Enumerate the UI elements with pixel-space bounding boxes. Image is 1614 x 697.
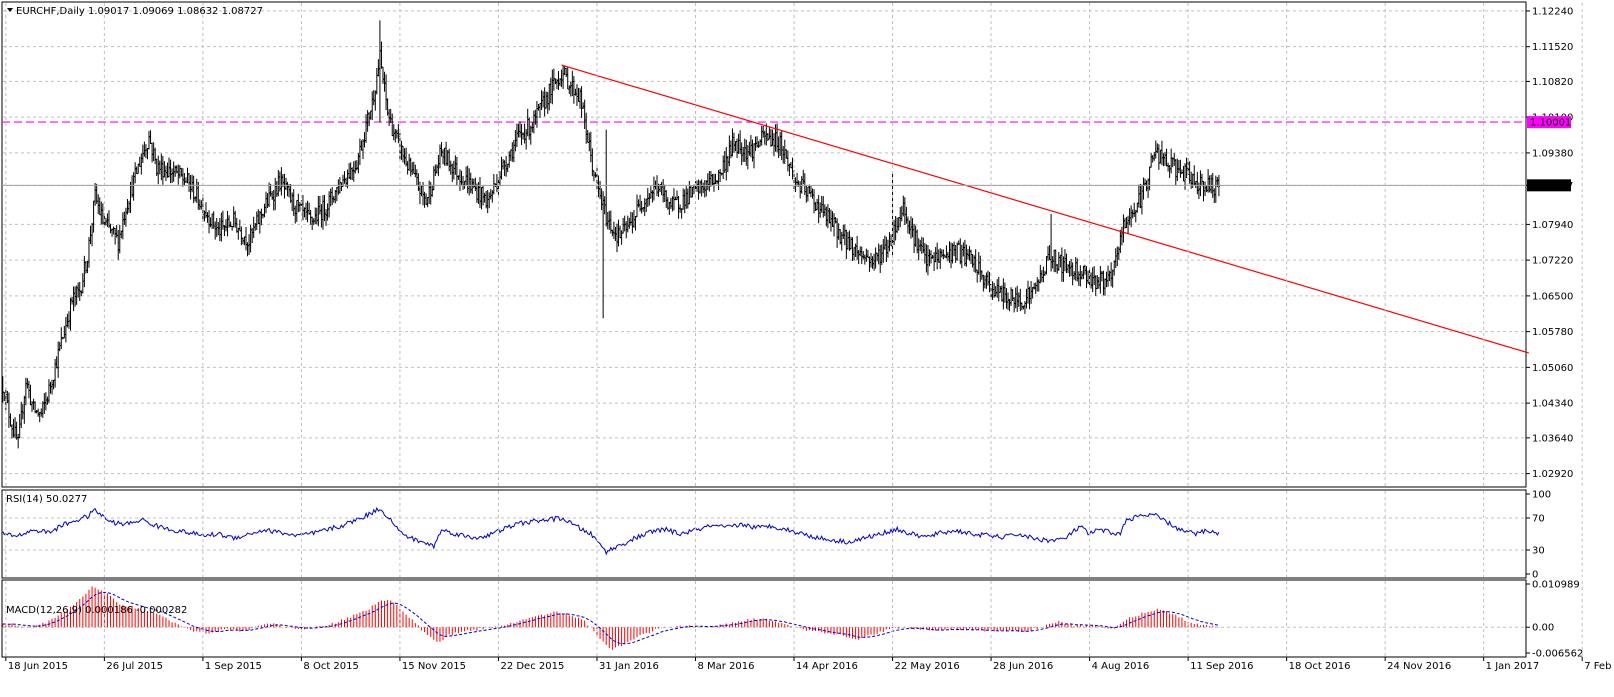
x-tick-label: 8 Mar 2016 bbox=[697, 661, 754, 672]
price-y-tick-label: 1.09380 bbox=[1532, 148, 1573, 159]
x-tick-label: 22 Dec 2015 bbox=[500, 661, 564, 672]
rsi-y-tick-label: 30 bbox=[1532, 546, 1545, 557]
current-price-label: 1.08727 bbox=[1530, 181, 1571, 192]
rsi-y-tick-label: 100 bbox=[1532, 490, 1551, 501]
x-tick-label: 31 Jan 2016 bbox=[599, 661, 659, 672]
price-y-tick-label: 1.10820 bbox=[1532, 77, 1573, 88]
x-tick-label: 18 Oct 2016 bbox=[1289, 661, 1351, 672]
macd-y-tick-label: -0.006562 bbox=[1532, 649, 1583, 660]
price-title-symbol: EURCHF,Daily bbox=[16, 6, 85, 17]
rsi-y-tick-label: 70 bbox=[1532, 514, 1545, 525]
x-tick-label: 7 Feb 2017 bbox=[1584, 661, 1614, 672]
price-y-tick-label: 1.05060 bbox=[1532, 363, 1573, 374]
price-y-tick-label: 1.02920 bbox=[1532, 469, 1573, 480]
price-y-tick-label: 1.07940 bbox=[1532, 220, 1573, 231]
price-title-values: 1.09017 1.09069 1.08632 1.08727 bbox=[88, 6, 263, 17]
price-y-tick-label: 1.07220 bbox=[1532, 256, 1573, 267]
x-tick-label: 22 May 2016 bbox=[895, 661, 960, 672]
price-y-tick-label: 1.05780 bbox=[1532, 327, 1573, 338]
price-y-tick-label: 1.11520 bbox=[1532, 42, 1573, 53]
price-pane-frame bbox=[1, 1, 1527, 488]
macd-y-tick-label: 0.00 bbox=[1532, 623, 1554, 634]
macd-pane[interactable]: 0.010989 0.00 -0.006562 bbox=[1, 579, 1583, 660]
rsi-pane-frame bbox=[1, 489, 1527, 579]
horizontal-level-label: 1.10001 bbox=[1530, 118, 1571, 129]
x-tick-label: 18 Jun 2015 bbox=[8, 661, 68, 672]
x-tick-label: 4 Aug 2016 bbox=[1092, 661, 1150, 672]
x-tick-label: 1 Jan 2017 bbox=[1486, 661, 1540, 672]
rsi-title: RSI(14) 50.0277 bbox=[6, 494, 87, 505]
x-tick-label: 28 Jun 2016 bbox=[993, 661, 1053, 672]
price-y-tick-label: 1.12240 bbox=[1532, 6, 1573, 17]
macd-pane-frame bbox=[1, 579, 1527, 658]
x-tick-label: 26 Jul 2015 bbox=[106, 661, 163, 672]
price-y-tick-label: 1.04340 bbox=[1532, 399, 1573, 410]
macd-y-tick-label: 0.010989 bbox=[1532, 580, 1580, 591]
price-y-tick-label: 1.06500 bbox=[1532, 291, 1573, 302]
x-tick-label: 15 Nov 2015 bbox=[402, 661, 466, 672]
x-tick-label: 8 Oct 2015 bbox=[303, 661, 358, 672]
chart-canvas: 1.122401.115201.108201.101001.093801.087… bbox=[1, 1, 1614, 672]
x-tick-label: 14 Apr 2016 bbox=[796, 661, 858, 672]
macd-title: MACD(12,26,9) 0.000186 -0.000282 bbox=[6, 605, 187, 616]
x-tick-label: 11 Sep 2016 bbox=[1190, 661, 1253, 672]
price-pane[interactable]: 1.122401.115201.108201.101001.093801.087… bbox=[1, 1, 1574, 488]
rsi-pane[interactable]: 10070300 bbox=[1, 489, 1551, 581]
x-tick-label: 1 Sep 2015 bbox=[205, 661, 262, 672]
price-y-tick-label: 1.03640 bbox=[1532, 433, 1573, 444]
x-tick-label: 24 Nov 2016 bbox=[1387, 661, 1451, 672]
